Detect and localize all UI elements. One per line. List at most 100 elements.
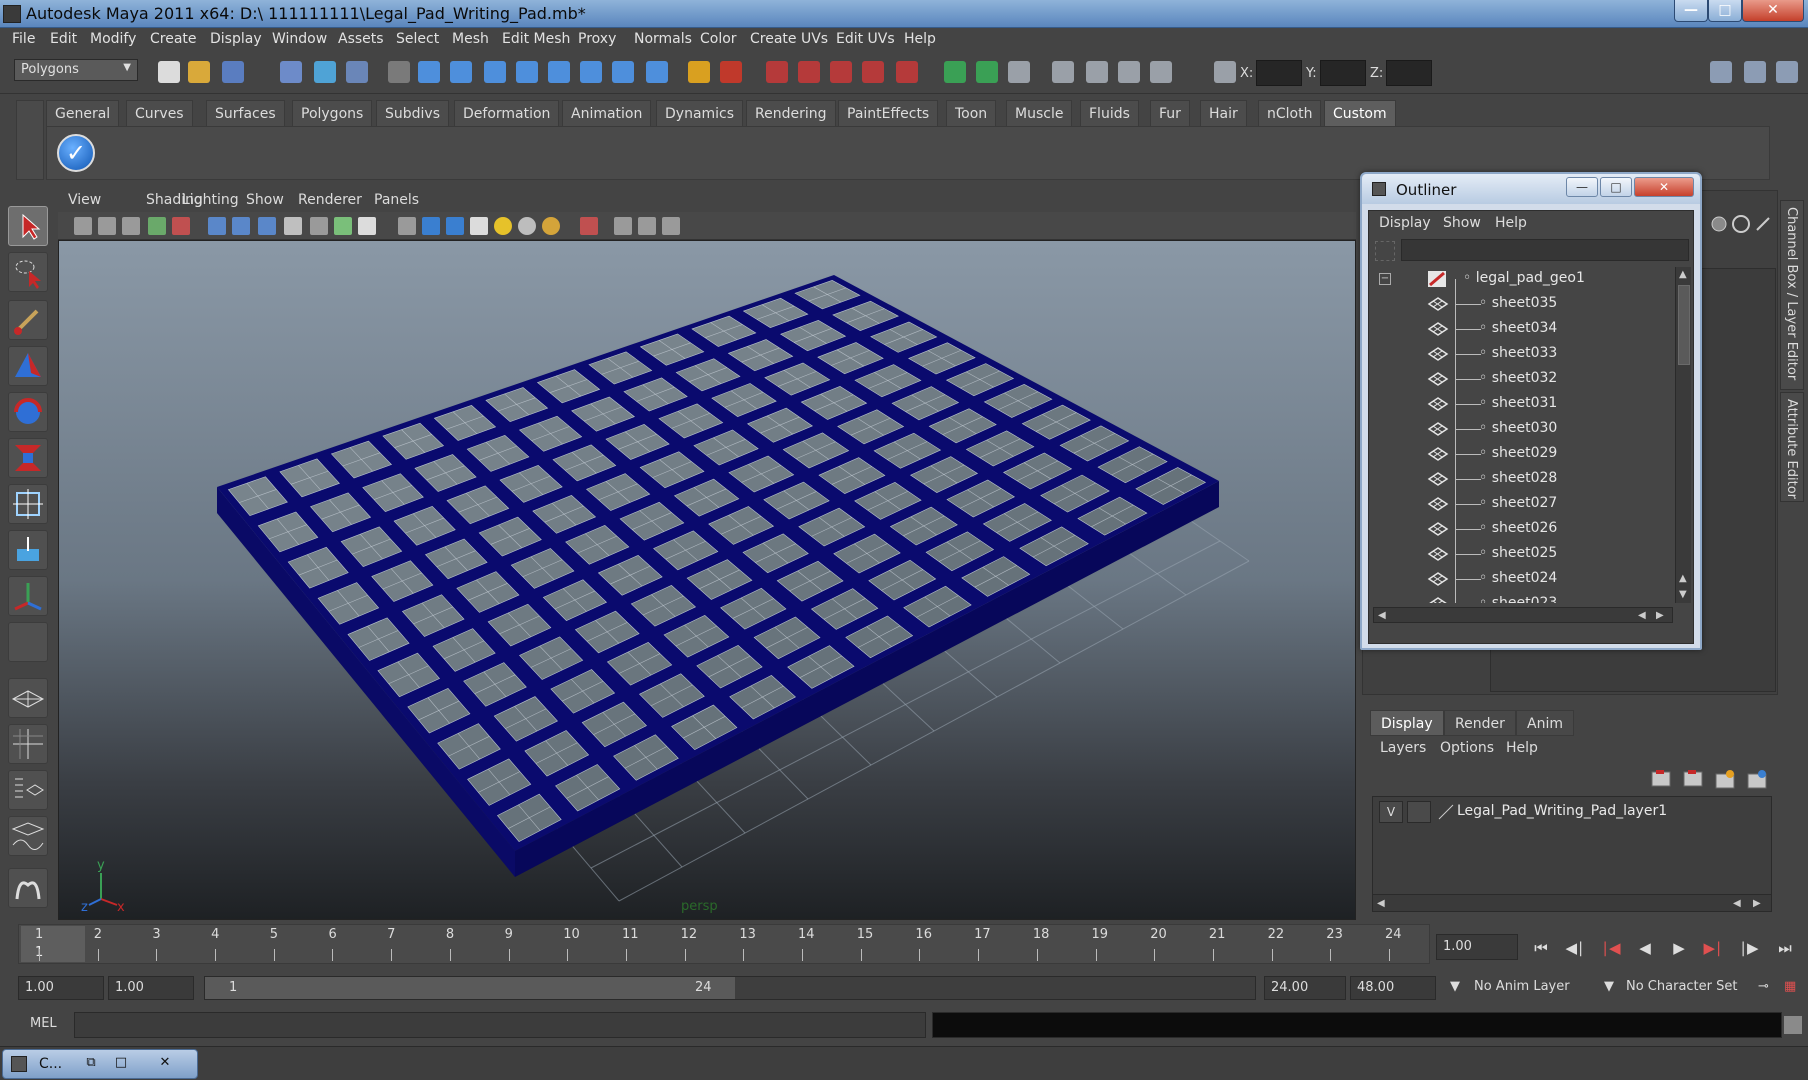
tree-child-node[interactable]: ◦ sheet032 <box>1371 354 1671 392</box>
menu-color[interactable]: Color <box>700 28 737 47</box>
menu-select[interactable]: Select <box>396 28 439 47</box>
anim-layer-select[interactable]: No Anim Layer <box>1470 976 1590 1000</box>
layer-menu-help[interactable]: Help <box>1506 740 1538 756</box>
tab-animation[interactable]: Animation <box>562 100 652 126</box>
quick-selection-icon[interactable] <box>976 61 998 83</box>
absolute-transform-icon[interactable] <box>1214 61 1236 83</box>
use-all-lights-icon[interactable] <box>310 217 328 235</box>
scale-tool-icon[interactable] <box>8 438 48 478</box>
outliner-scroll-thumb[interactable] <box>1678 285 1690 365</box>
menu-set-select[interactable]: Polygons ▼ <box>14 59 138 81</box>
render-region-icon[interactable] <box>1150 61 1172 83</box>
layer-visibility-toggle[interactable]: V <box>1379 801 1403 823</box>
select-object-icon[interactable] <box>314 61 336 83</box>
ipr-render-icon[interactable] <box>798 61 820 83</box>
playback-start-field[interactable]: 1.00 <box>108 976 194 1000</box>
menu-create[interactable]: Create <box>150 28 197 47</box>
tab-layer-display[interactable]: Display <box>1370 710 1444 736</box>
snap-surface-icon[interactable] <box>580 61 602 83</box>
sidebar-toggle-icon[interactable] <box>1008 61 1030 83</box>
snap-grid-icon[interactable] <box>418 61 440 83</box>
save-scene-icon[interactable] <box>222 61 244 83</box>
camera-bookmark-icon[interactable] <box>98 217 116 235</box>
menu-mesh[interactable]: Mesh <box>452 28 489 47</box>
outliner-menu-help[interactable]: Help <box>1495 215 1527 231</box>
play-backwards-icon[interactable]: ◀ <box>1630 936 1660 962</box>
menu-window[interactable]: Window <box>272 28 327 47</box>
outliner-layout-icon[interactable] <box>8 770 48 810</box>
shadows-icon[interactable] <box>334 217 352 235</box>
animation-preferences-icon[interactable]: ▦ <box>1780 976 1800 1000</box>
panel-menu-panels[interactable]: Panels <box>374 192 419 208</box>
restore-icon[interactable]: ⧉ <box>79 1054 103 1074</box>
lasso-tool-icon[interactable] <box>8 252 48 292</box>
tab-painteffects[interactable]: PaintEffects <box>838 100 939 126</box>
camera-attributes-icon[interactable] <box>74 217 92 235</box>
menu-edit-mesh[interactable]: Edit Mesh <box>502 28 570 47</box>
ambient-occlusion-icon[interactable] <box>542 217 560 235</box>
last-tool-slot[interactable] <box>8 622 48 662</box>
step-forward-frame-icon[interactable]: ∣▶ <box>1734 936 1764 962</box>
select-component-icon[interactable] <box>346 61 368 83</box>
script-editor-icon[interactable] <box>1784 1016 1802 1034</box>
maximize-button[interactable]: □ <box>1708 0 1742 22</box>
render-view-icon[interactable] <box>896 61 918 83</box>
snap-help-icon[interactable] <box>612 61 634 83</box>
history-icon[interactable] <box>720 61 742 83</box>
grid-toggle-icon[interactable] <box>1086 61 1108 83</box>
tab-muscle[interactable]: Muscle <box>1006 100 1073 126</box>
command-input[interactable] <box>74 1012 926 1038</box>
smooth-shade-icon[interactable] <box>232 217 250 235</box>
xray-joints-icon[interactable] <box>446 217 464 235</box>
tab-toon[interactable]: Toon <box>946 100 997 126</box>
tree-child-node[interactable]: ◦ sheet023 <box>1371 579 1671 603</box>
minimize-button[interactable]: — <box>1674 0 1708 22</box>
default-material-icon[interactable] <box>518 217 536 235</box>
tree-child-node[interactable]: ◦ sheet030 <box>1371 404 1671 442</box>
attribute-editor-toggle-icon[interactable] <box>1710 61 1732 83</box>
menu-help[interactable]: Help <box>904 28 936 47</box>
menu-edit[interactable]: Edit <box>50 28 77 47</box>
animation-end-field[interactable]: 48.00 <box>1350 976 1436 1000</box>
tree-child-node[interactable]: ◦ sheet035 <box>1371 279 1671 317</box>
tree-child-node[interactable]: ◦ sheet033 <box>1371 329 1671 367</box>
outliner-vertical-scrollbar[interactable]: ▲ ▲ ▼ <box>1675 267 1691 603</box>
select-hierarchy-icon[interactable] <box>280 61 302 83</box>
wireframe-icon[interactable] <box>208 217 226 235</box>
outliner-menu-show[interactable]: Show <box>1443 215 1481 231</box>
range-slider-handle[interactable]: 1 24 <box>205 977 735 999</box>
scroll-right-icon[interactable]: ▶ <box>1656 610 1664 621</box>
time-slider[interactable]: 1 12345678910111213141516171819202122232… <box>18 924 1430 964</box>
tree-child-node[interactable]: ◦ sheet031 <box>1371 379 1671 417</box>
tab-rendering[interactable]: Rendering <box>746 100 836 126</box>
outliner-maximize-button[interactable]: □ <box>1600 177 1632 197</box>
menu-assets[interactable]: Assets <box>338 28 384 47</box>
current-time-field[interactable]: 1.00 <box>1436 934 1518 960</box>
select-tool-icon[interactable] <box>8 206 48 246</box>
close-button[interactable]: ✕ <box>1742 0 1804 22</box>
menu-edit-uvs[interactable]: Edit UVs <box>836 28 895 47</box>
tab-custom[interactable]: Custom <box>1324 100 1396 126</box>
selection-highlight-icon[interactable] <box>580 217 598 235</box>
channel-box-toggle-icon[interactable] <box>1776 61 1798 83</box>
scroll-up-icon[interactable]: ▲ <box>1679 573 1687 584</box>
lock-selection-icon[interactable] <box>388 61 410 83</box>
close-icon[interactable]: ✕ <box>153 1054 177 1074</box>
minimized-window-item[interactable]: C... ⧉ □ ✕ <box>2 1049 198 1079</box>
menu-create-uvs[interactable]: Create UVs <box>750 28 828 47</box>
play-forwards-icon[interactable]: ▶ <box>1664 936 1694 962</box>
textured-icon[interactable] <box>284 217 302 235</box>
question-icon[interactable] <box>646 61 668 83</box>
mel-label[interactable]: MEL <box>30 1016 57 1031</box>
scroll-left-icon[interactable]: ◀ <box>1377 898 1385 909</box>
tab-fluids[interactable]: Fluids <box>1080 100 1139 126</box>
tree-child-node[interactable]: ◦ sheet026 <box>1371 504 1671 542</box>
outliner-minimize-button[interactable]: — <box>1566 177 1598 197</box>
tab-deformation[interactable]: Deformation <box>454 100 560 126</box>
tree-child-node[interactable]: ◦ sheet024 <box>1371 554 1671 592</box>
chevron-down-icon[interactable]: ▼ <box>1600 976 1618 1000</box>
image-plane-icon[interactable] <box>122 217 140 235</box>
menu-normals[interactable]: Normals <box>634 28 692 47</box>
default-light-icon[interactable] <box>494 217 512 235</box>
layer-menu-layers[interactable]: Layers <box>1380 740 1426 756</box>
